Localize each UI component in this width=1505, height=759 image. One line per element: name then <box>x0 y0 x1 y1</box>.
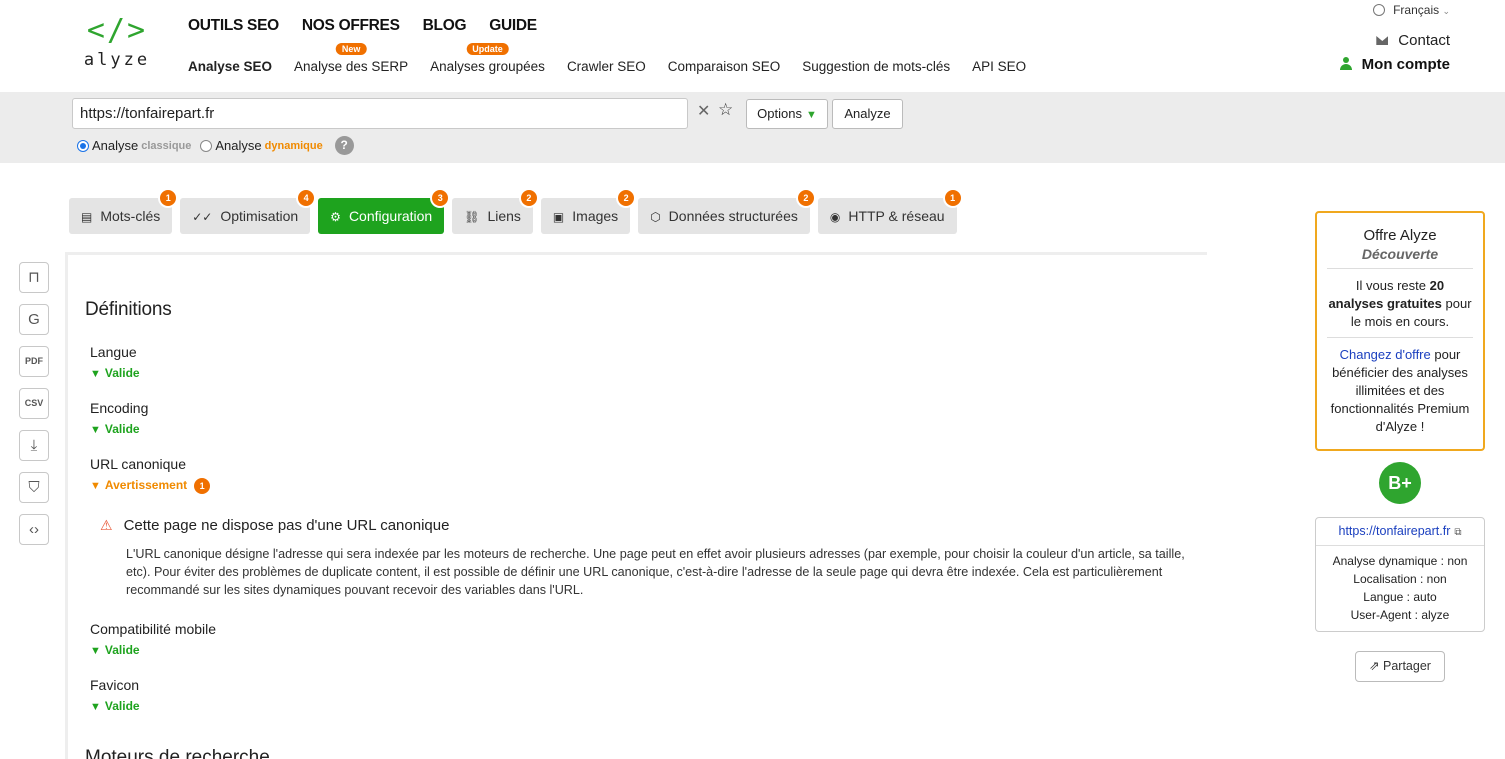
nav-guide[interactable]: GUIDE <box>489 17 537 35</box>
subnav-analyses-groupees[interactable]: Update Analyses groupées <box>430 43 545 74</box>
tab-configuration[interactable]: ⚙ Configuration 3 <box>318 190 449 234</box>
section-title-moteurs: Moteurs de recherche <box>85 747 270 759</box>
change-offer-link[interactable]: Changez d'offre <box>1340 347 1431 362</box>
gear-icon: ⚙ <box>330 210 341 224</box>
subnav-comparaison-seo[interactable]: Comparaison SEO <box>668 59 781 74</box>
trend-icon: ✓✓ <box>192 210 213 224</box>
results-panel: Définitions Langue ▼ Valide Encoding ▼ Val… <box>65 252 1207 759</box>
tab-http-reseau[interactable]: ◉ HTTP & réseau 1 <box>817 190 961 234</box>
check-favicon: Favicon ▼ Valide <box>90 677 140 713</box>
url-input[interactable] <box>72 98 688 129</box>
status-valid[interactable]: ▼ Valide <box>90 366 140 380</box>
warning-count: 1 <box>194 478 211 494</box>
code-icon[interactable]: ‹› <box>19 514 49 545</box>
subnav-crawler-seo[interactable]: Crawler SEO <box>567 59 646 74</box>
warning-icon: ⚠ <box>100 517 113 533</box>
tab-donnees-structurees[interactable]: ⬡ Données structurées 2 <box>638 190 814 234</box>
tab-count: 2 <box>797 190 814 206</box>
help-icon[interactable]: ? <box>334 136 354 155</box>
status-valid[interactable]: ▼ Valide <box>90 699 140 713</box>
radio-classic[interactable] <box>77 139 89 152</box>
share-button[interactable]: ⇗ Partager <box>1355 651 1445 682</box>
status-warning[interactable]: ▼ Avertissement 1 <box>90 478 211 494</box>
status-valid[interactable]: ▼ Valide <box>90 643 216 657</box>
grade-badge: B+ <box>1379 462 1421 504</box>
tab-count: 2 <box>618 190 635 206</box>
google-icon[interactable]: G <box>19 304 49 335</box>
subnav-api-seo[interactable]: API SEO <box>972 59 1026 74</box>
tab-count: 3 <box>432 190 449 206</box>
star-icon[interactable]: ☆ <box>718 100 733 120</box>
update-badge: Update <box>466 43 509 55</box>
envelope-icon <box>1376 36 1389 45</box>
tab-count: 1 <box>944 190 961 206</box>
tab-count: 2 <box>520 190 537 206</box>
analysis-mode: Analyse classique Analyse dynamique ? <box>77 136 354 155</box>
new-badge: New <box>335 43 367 55</box>
clear-icon[interactable]: ✕ <box>697 101 710 121</box>
contact-link[interactable]: Contact <box>1376 32 1450 49</box>
offer-card: Offre Alyze Découverte Il vous reste 20 … <box>1315 211 1485 451</box>
logo-text: alyze <box>83 50 151 70</box>
chevron-down-icon: ⌄ <box>1442 6 1450 16</box>
analyze-button[interactable]: Analyze <box>832 99 903 129</box>
subnav-suggestion-mots-cles[interactable]: Suggestion de mots-clés <box>802 59 950 74</box>
language-selector[interactable]: Français ⌄ <box>1373 3 1450 17</box>
tool-column: ⊓ G PDF CSV ⤓ ⛉ ‹› <box>19 262 49 556</box>
external-link-icon: ⧉ <box>1454 527 1462 538</box>
image-icon: ▣ <box>552 210 565 224</box>
issue-block: ⚠ Cette page ne dispose pas d'une URL can… <box>100 517 1190 599</box>
nav-nos-offres[interactable]: NOS OFFRES <box>302 17 400 35</box>
search-band: ✕ ☆ Options▼ Analyze Analyseclassique An… <box>0 92 1505 163</box>
site-url-link[interactable]: https://tonfairepart.fr ⧉ <box>1316 518 1484 546</box>
radio-dynamic[interactable] <box>200 139 213 152</box>
globe-icon <box>1373 4 1386 16</box>
check-compatibilite-mobile: Compatibilité mobile ▼ Valide <box>90 621 217 657</box>
triangle-down-icon: ▼ <box>90 368 101 380</box>
tab-liens[interactable]: ⛓ Liens 2 <box>452 190 537 234</box>
logo-mark: </> <box>86 13 148 48</box>
triangle-down-icon: ▼ <box>90 424 101 436</box>
sub-nav: Analyse SEO New Analyse des SERP Update An… <box>188 43 1048 74</box>
triangle-down-icon: ▼ <box>805 109 817 121</box>
analysis-tabs: ▤ Mots-clés 1 ✓✓ Optimisation 4 ⚙ Configurati… <box>69 190 965 234</box>
bookmark-icon[interactable]: ⛉ <box>19 472 49 503</box>
tab-optimisation[interactable]: ✓✓ Optimisation 4 <box>180 190 315 234</box>
issue-description: L'URL canonique désigne l'adresse qui se… <box>126 547 1185 597</box>
tab-mots-cles[interactable]: ▤ Mots-clés 1 <box>69 190 177 234</box>
main-nav: OUTILS SEO NOS OFFRES BLOG GUIDE <box>188 17 560 35</box>
tab-count: 4 <box>298 190 315 206</box>
link-icon: ⛓ <box>464 210 480 224</box>
subnav-analyse-serp[interactable]: New Analyse des SERP <box>294 43 408 74</box>
tab-images[interactable]: ▣ Images 2 <box>540 190 635 234</box>
check-url-canonique: URL canonique ▼ Avertissement 1 <box>90 456 211 494</box>
status-valid[interactable]: ▼ Valide <box>90 422 148 436</box>
cube-icon: ⬡ <box>650 210 661 224</box>
triangle-down-icon: ▼ <box>90 701 101 713</box>
download-icon[interactable]: ⤓ <box>19 430 49 461</box>
options-button[interactable]: Options ▼ <box>746 99 828 129</box>
nav-outils-seo[interactable]: OUTILS SEO <box>188 17 279 35</box>
check-langue: Langue ▼ Valide <box>90 344 140 380</box>
triangle-down-icon: ▼ <box>90 480 101 492</box>
site-info: https://tonfairepart.fr ⧉ Analyse dynamiq… <box>1315 517 1485 632</box>
section-title: Définitions <box>85 299 172 320</box>
pdf-export-button[interactable]: PDF <box>19 346 49 377</box>
tab-count: 1 <box>160 190 177 206</box>
globe-icon: ◉ <box>829 210 841 224</box>
issue-title: Cette page ne dispose pas d'une URL cano… <box>123 517 450 534</box>
account-link[interactable]: Mon compte <box>1339 56 1450 73</box>
check-encoding: Encoding ▼ Valide <box>90 400 149 436</box>
message-icon: ▤ <box>81 210 93 224</box>
subnav-analyse-seo[interactable]: Analyse SEO <box>188 59 272 74</box>
alyze-logo[interactable]: </> alyze <box>80 13 154 71</box>
glass-icon[interactable]: ⊓ <box>19 262 49 293</box>
csv-export-button[interactable]: CSV <box>19 388 49 419</box>
user-icon <box>1339 57 1352 70</box>
triangle-down-icon: ▼ <box>90 645 101 657</box>
nav-blog[interactable]: BLOG <box>423 17 467 35</box>
share-icon: ⇗ <box>1369 659 1380 673</box>
